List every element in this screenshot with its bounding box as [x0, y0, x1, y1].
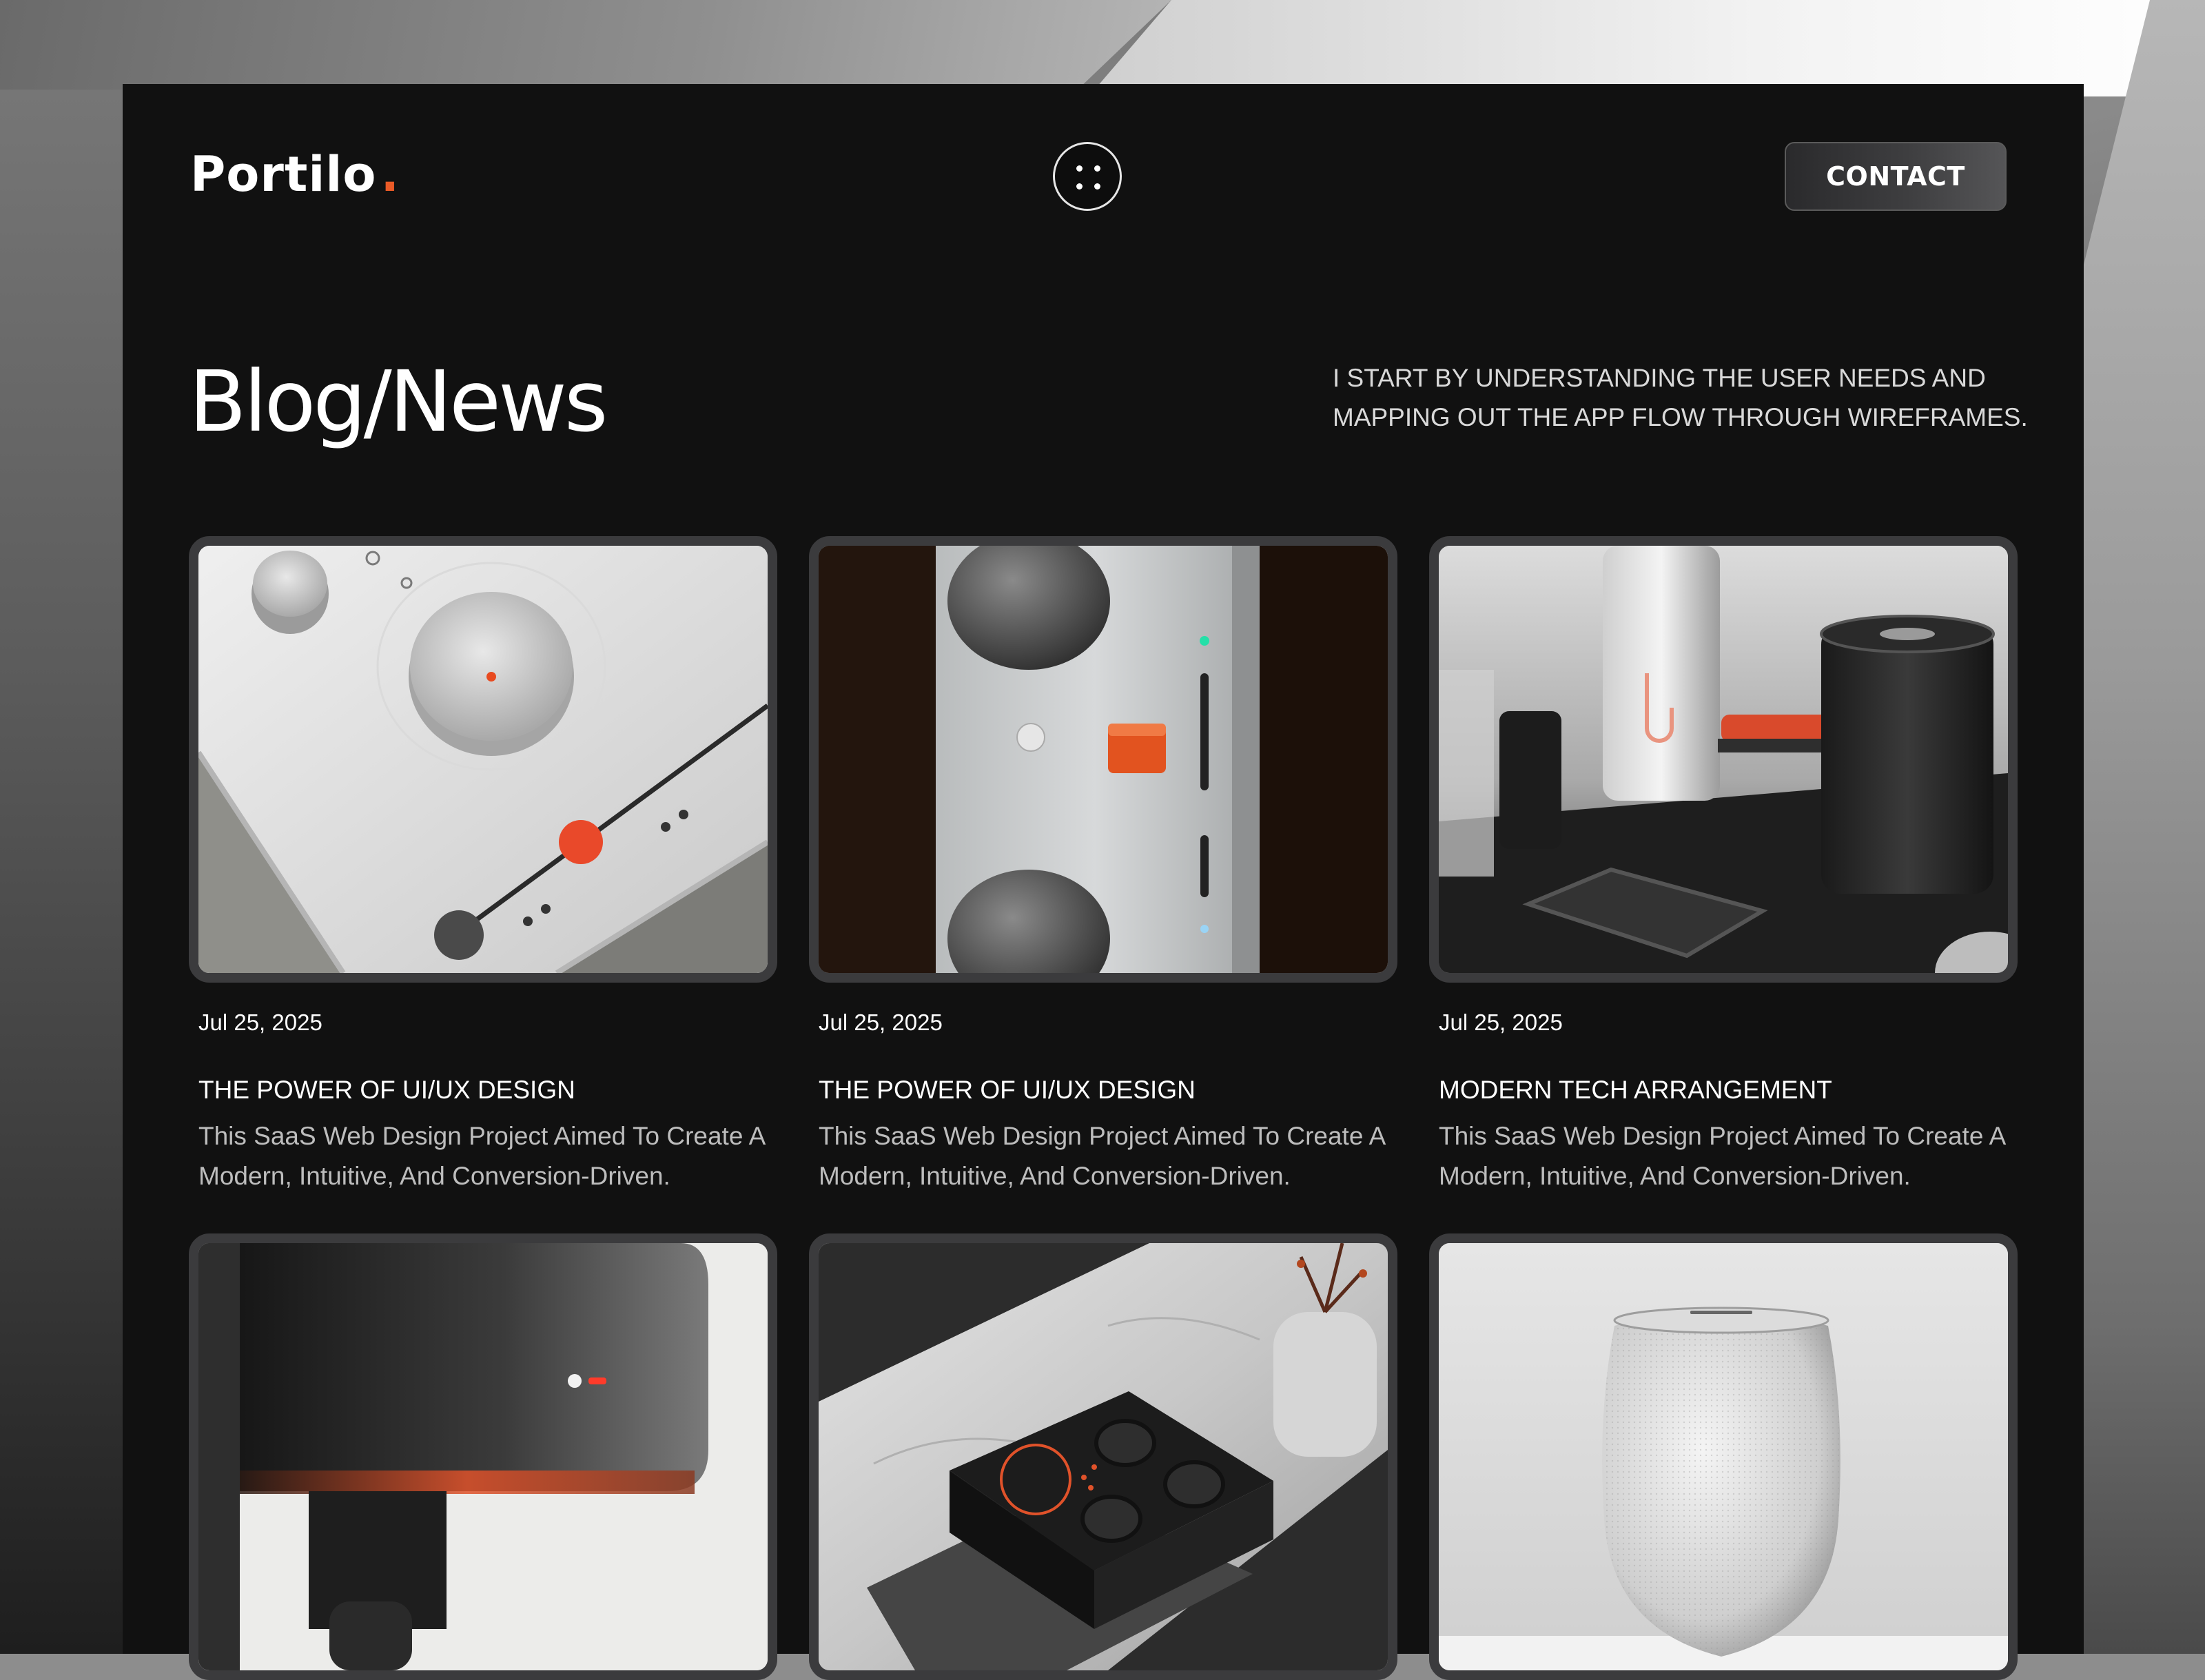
blog-card-image[interactable]	[1429, 1233, 2018, 1680]
background-wall-bright	[1089, 0, 2205, 96]
page-title: Blog/News	[189, 353, 608, 451]
blog-card-date: Jul 25, 2025	[1439, 1010, 1563, 1035]
blog-card-date: Jul 25, 2025	[198, 1010, 322, 1035]
blog-card-description: This SaaS Web Design Project Aimed To Cr…	[198, 1122, 765, 1190]
blog-card[interactable]: Jul 25, 2025 THE POWER OF UI/UX DESIGN T…	[809, 536, 1397, 1196]
black-device-red-light-image	[198, 1243, 768, 1670]
blog-card[interactable]: Jul 25, 2025 MODERN TECH ARRANGEMENT Thi…	[1429, 536, 2018, 1196]
background-wall-top	[0, 0, 1171, 90]
blog-card-image[interactable]	[1429, 536, 2018, 983]
blog-card-description: This SaaS Web Design Project Aimed To Cr…	[819, 1122, 1385, 1190]
blog-card[interactable]	[809, 1233, 1397, 1680]
contact-button[interactable]: CONTACT	[1785, 142, 2007, 211]
blog-card-image[interactable]	[189, 536, 777, 983]
blog-card-image[interactable]	[189, 1233, 777, 1680]
blog-page-panel: Portilo. CONTACT Blog/News I START BY UN…	[123, 84, 2084, 1680]
blog-card-image[interactable]	[809, 1233, 1397, 1680]
blog-card-date: Jul 25, 2025	[819, 1010, 943, 1035]
blog-card-title[interactable]: THE POWER OF UI/UX DESIGN	[198, 1075, 777, 1105]
logo-dot: .	[380, 146, 400, 203]
black-controller-on-marble-image	[819, 1243, 1388, 1670]
background-wall-right	[2067, 0, 2205, 1654]
blog-card-description: This SaaS Web Design Project Aimed To Cr…	[1439, 1122, 2005, 1190]
fabric-smart-speaker-image	[1439, 1243, 2008, 1670]
tumbler-and-speaker-image	[1439, 546, 2008, 973]
menu-button[interactable]	[1053, 142, 1122, 211]
logo[interactable]: Portilo.	[190, 150, 400, 198]
blog-card[interactable]	[1429, 1233, 2018, 1680]
silver-knob-device-image	[819, 546, 1388, 973]
intro-text: I START BY UNDERSTANDING THE USER NEEDS …	[1333, 364, 2028, 431]
logo-text: Portilo	[190, 146, 377, 203]
blog-card-image[interactable]	[809, 536, 1397, 983]
blog-card-title[interactable]: MODERN TECH ARRANGEMENT	[1439, 1075, 2018, 1105]
blog-card-title[interactable]: THE POWER OF UI/UX DESIGN	[819, 1075, 1397, 1105]
blog-card[interactable]	[189, 1233, 777, 1680]
white-control-panel-image	[198, 546, 768, 973]
blog-card[interactable]: Jul 25, 2025 THE POWER OF UI/UX DESIGN T…	[189, 536, 777, 1196]
